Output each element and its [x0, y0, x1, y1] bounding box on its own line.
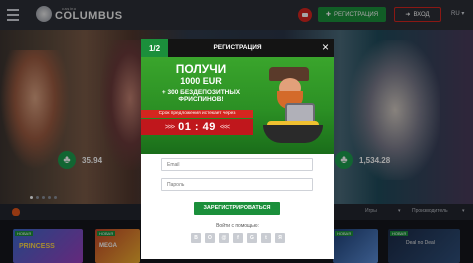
vk-icon[interactable]: B: [191, 233, 201, 243]
social-login-label: Войти с помощью:: [216, 223, 259, 229]
promo-banner: ПОЛУЧИ 1000 EUR + 300 БЕЗДЕПОЗИТНЫХ ФРИС…: [141, 57, 334, 154]
modal-title: РЕГИСТРАЦИЯ: [213, 44, 262, 51]
registration-modal: 1/2 РЕГИСТРАЦИЯ × ПОЛУЧИ 1000 EUR + 300 …: [141, 39, 334, 259]
google-icon[interactable]: G: [247, 233, 257, 243]
twitter-icon[interactable]: t: [261, 233, 271, 243]
countdown-timer: >>> 01 : 49 <<<: [141, 119, 253, 135]
close-icon[interactable]: ×: [322, 41, 329, 53]
timer-caption: Срок предложения истекает через: [141, 110, 253, 118]
facebook-icon[interactable]: f: [233, 233, 243, 243]
password-field[interactable]: [161, 178, 313, 191]
promo-line-3: + 300 БЕЗДЕПОЗИТНЫХ: [161, 89, 241, 96]
register-submit-button[interactable]: ЗАРЕГИСТРИРОВАТЬСЯ: [194, 202, 280, 215]
timer-value: 01 : 49: [178, 121, 216, 133]
leprechaun-mascot: [259, 63, 327, 145]
email-field[interactable]: [161, 158, 313, 171]
social-login-buttons: B O @ f G t Я: [191, 233, 285, 243]
promo-line-2: 1000 EUR: [180, 76, 222, 86]
registration-form: ЗАРЕГИСТРИРОВАТЬСЯ Войти с помощью: B O …: [141, 154, 334, 259]
mailru-icon[interactable]: @: [219, 233, 229, 243]
yandex-icon[interactable]: Я: [275, 233, 285, 243]
arrows-left-icon: <<<: [219, 123, 230, 131]
promo-text: ПОЛУЧИ 1000 EUR + 300 БЕЗДЕПОЗИТНЫХ ФРИС…: [147, 62, 255, 104]
modal-header: 1/2 РЕГИСТРАЦИЯ ×: [141, 39, 334, 57]
arrows-right-icon: >>>: [164, 123, 175, 131]
promo-line-4: ФРИСПИНОВ!: [178, 96, 224, 103]
ok-icon[interactable]: O: [205, 233, 215, 243]
promo-line-1: ПОЛУЧИ: [175, 62, 227, 76]
